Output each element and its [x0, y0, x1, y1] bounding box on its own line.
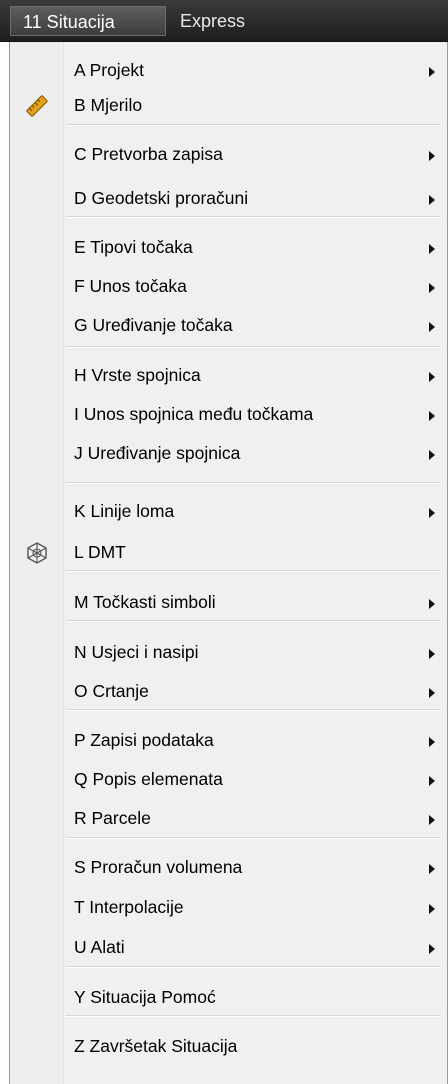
menu-item-label: U Alati: [74, 937, 125, 957]
menu-item-label: H Vrste spojnica: [74, 365, 201, 385]
menu-item-label: N Usjeci i nasipi: [74, 642, 199, 662]
submenu-arrow-icon: [429, 283, 435, 293]
submenu-arrow-icon: [429, 776, 435, 786]
menu-item-n-usjeci-i-nasipi[interactable]: N Usjeci i nasipi: [10, 634, 447, 674]
submenu-arrow-icon: [429, 944, 435, 954]
menu-item-label: S Proračun volumena: [74, 857, 243, 877]
menu-item-label: Q Popis elemenata: [74, 769, 223, 789]
menu-item-q-popis-elemenata[interactable]: Q Popis elemenata: [10, 761, 447, 801]
submenu-arrow-icon: [429, 688, 435, 698]
submenu-arrow-icon: [429, 322, 435, 332]
terrain-mesh-icon: [25, 541, 49, 565]
submenu-arrow-icon: [429, 508, 435, 518]
menu-bar: 11 Situacija Express: [0, 0, 448, 42]
submenu-arrow-icon: [429, 864, 435, 874]
menu-item-y-situacija-pomoc[interactable]: Y Situacija Pomoć: [10, 979, 447, 1019]
menu-item-e-tipovi-tocaka[interactable]: E Tipovi točaka: [10, 229, 447, 269]
menu-item-d-geodetski-proracuni[interactable]: D Geodetski proračuni: [10, 180, 447, 220]
menu-item-o-crtanje[interactable]: O Crtanje: [10, 673, 447, 713]
menu-item-label: I Unos spojnica među točkama: [74, 404, 314, 424]
submenu-arrow-icon: [429, 151, 435, 161]
menu-item-label: B Mjerilo: [74, 95, 143, 115]
dropdown-menu: A Projekt B Mjerilo C Pretvorba zapisa D Ge…: [9, 42, 448, 1084]
menu-item-s-proracun-volumena[interactable]: S Proračun volumena: [10, 849, 447, 889]
menu-item-c-pretvorba-zapisa[interactable]: C Pretvorba zapisa: [10, 136, 447, 176]
submenu-arrow-icon: [429, 649, 435, 659]
menu-item-label: P Zapisi podataka: [74, 730, 214, 750]
menu-item-l-dmt[interactable]: L DMT: [10, 534, 447, 574]
ruler-icon: [25, 94, 49, 118]
menu-item-label: R Parcele: [74, 808, 151, 828]
submenu-arrow-icon: [429, 815, 435, 825]
submenu-arrow-icon: [429, 411, 435, 421]
submenu-arrow-icon: [429, 67, 435, 77]
menu-item-h-vrste-spojnica[interactable]: H Vrste spojnica: [10, 357, 447, 397]
submenu-arrow-icon: [429, 599, 435, 609]
menu-separator: [66, 482, 441, 484]
menu-item-k-linije-loma[interactable]: K Linije loma: [10, 493, 447, 533]
menu-item-label: Y Situacija Pomoć: [74, 987, 216, 1007]
menu-item-label: M Točkasti simboli: [74, 592, 216, 612]
menu-item-label: O Crtanje: [74, 681, 149, 701]
menu-item-p-zapisi-podataka[interactable]: P Zapisi podataka: [10, 722, 447, 762]
menu-item-f-unos-tocaka[interactable]: F Unos točaka: [10, 268, 447, 308]
submenu-arrow-icon: [429, 904, 435, 914]
menu-item-t-interpolacije[interactable]: T Interpolacije: [10, 889, 447, 929]
menu-item-label: K Linije loma: [74, 501, 175, 521]
menu-item-label: L DMT: [74, 542, 126, 562]
menu-item-u-alati[interactable]: U Alati: [10, 929, 447, 969]
menu-item-i-unos-spojnica-medu-tockama[interactable]: I Unos spojnica među točkama: [10, 396, 447, 436]
menu-item-g-uredivanje-tocaka[interactable]: G Uređivanje točaka: [10, 307, 447, 347]
submenu-arrow-icon: [429, 244, 435, 254]
menu-item-r-parcele[interactable]: R Parcele: [10, 800, 447, 840]
menu-item-label: T Interpolacije: [74, 897, 184, 917]
submenu-arrow-icon: [429, 372, 435, 382]
menu-item-m-tockasti-simboli[interactable]: M Točkasti simboli: [10, 584, 447, 624]
menu-item-j-uredivanje-spojnica[interactable]: J Uređivanje spojnica: [10, 435, 447, 475]
menu-item-a-projekt[interactable]: A Projekt: [10, 52, 447, 92]
menu-tab-situacija[interactable]: 11 Situacija: [10, 6, 166, 36]
menu-item-label: A Projekt: [74, 60, 145, 80]
menu-item-label: J Uređivanje spojnica: [74, 443, 241, 463]
menu-item-label: D Geodetski proračuni: [74, 188, 249, 208]
menu-item-label: C Pretvorba zapisa: [74, 144, 223, 164]
submenu-arrow-icon: [429, 195, 435, 205]
menu-item-z-zavrsetak-situacija[interactable]: Z Završetak Situacija: [10, 1028, 447, 1068]
submenu-arrow-icon: [429, 450, 435, 460]
menu-item-label: Z Završetak Situacija: [74, 1036, 238, 1056]
menu-item-label: G Uređivanje točaka: [74, 315, 233, 335]
menu-item-label: E Tipovi točaka: [74, 237, 193, 257]
submenu-arrow-icon: [429, 737, 435, 747]
menu-item-b-mjerilo[interactable]: B Mjerilo: [10, 87, 447, 127]
menu-tab-express[interactable]: Express: [180, 6, 245, 36]
menu-item-label: F Unos točaka: [74, 276, 187, 296]
